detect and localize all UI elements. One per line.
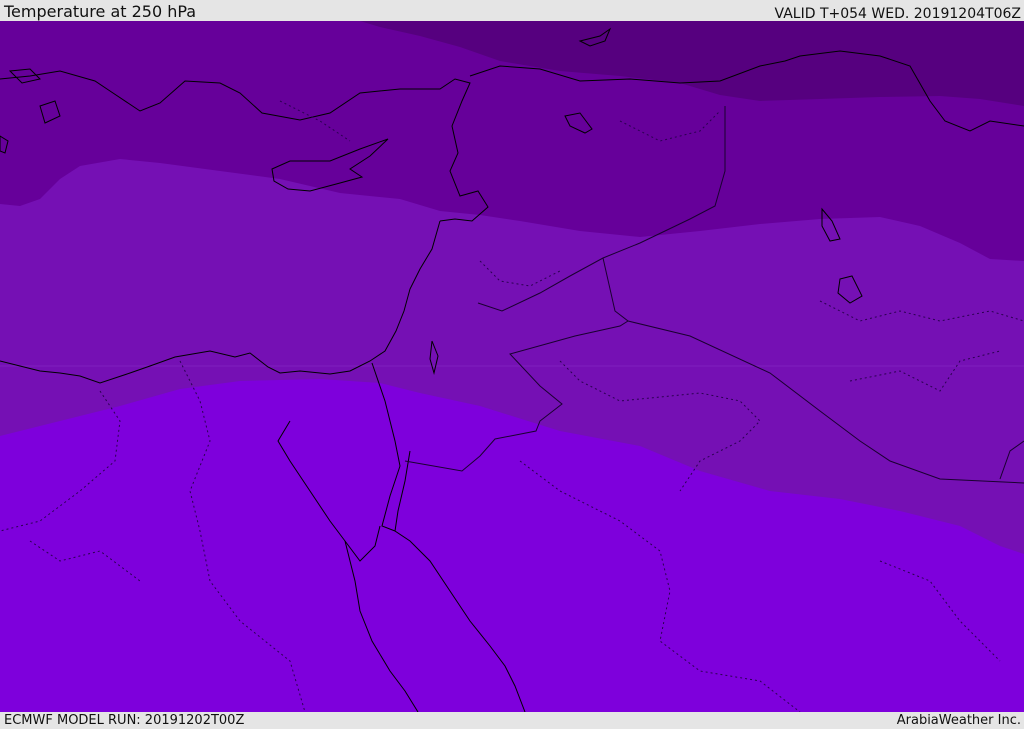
header-bar: Temperature at 250 hPa VALID T+054 WED. …	[0, 0, 1024, 22]
brand-credit: ArabiaWeather Inc.	[896, 713, 1021, 728]
footer-bar: ECMWF MODEL RUN: 20191202T00Z ArabiaWeat…	[0, 712, 1024, 729]
valid-time: VALID T+054 WED. 20191204T06Z	[774, 6, 1021, 22]
temperature-map[interactable]	[0, 21, 1024, 712]
model-run: ECMWF MODEL RUN: 20191202T00Z	[4, 713, 245, 728]
map-title: Temperature at 250 hPa	[4, 2, 197, 21]
